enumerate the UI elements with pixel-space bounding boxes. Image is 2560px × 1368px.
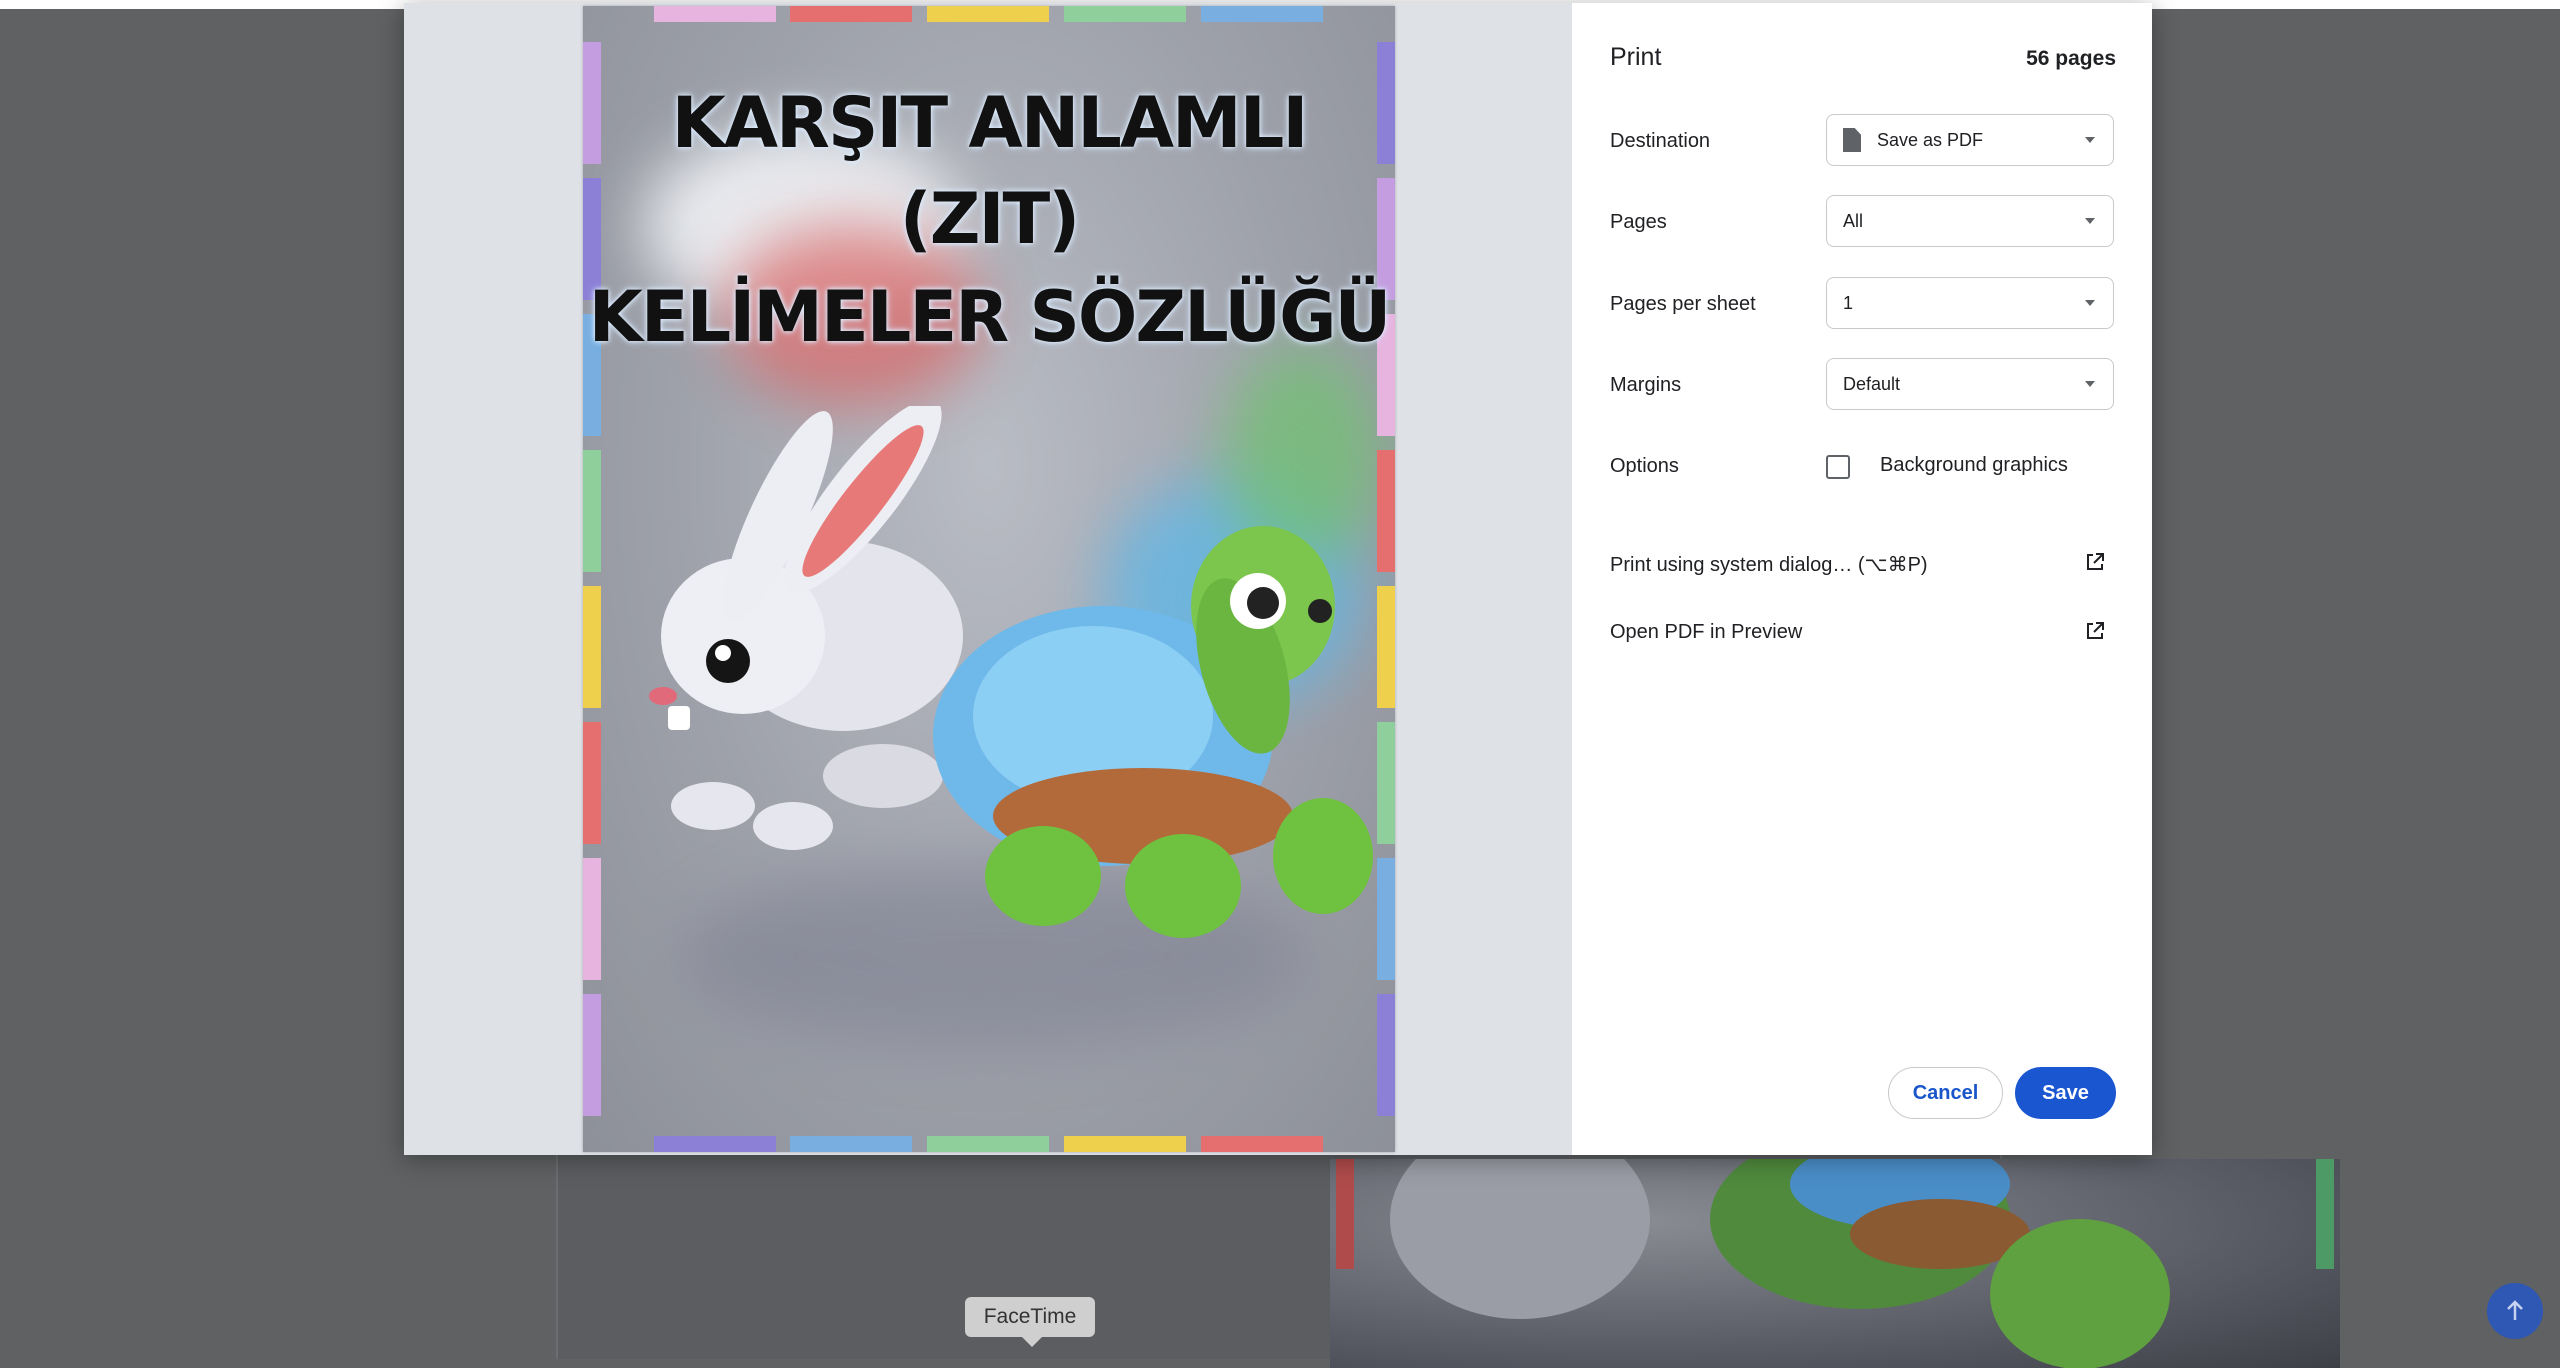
pages-per-sheet-value: 1 <box>1843 292 1854 313</box>
margins-value: Default <box>1843 373 1901 394</box>
background-graphics-checkbox[interactable] <box>1826 455 1850 479</box>
page-count: 56 pages <box>2026 47 2116 70</box>
pages-select[interactable]: All <box>1826 195 2114 247</box>
print-settings-panel: Print 56 pages Destination Save as PDF P… <box>1572 3 2152 1155</box>
system-dialog-link[interactable]: Print using system dialog… (⌥⌘P) <box>1610 552 1928 577</box>
chevron-down-icon <box>2085 218 2095 224</box>
margins-select[interactable]: Default <box>1826 358 2114 410</box>
save-button[interactable]: Save <box>2015 1067 2116 1119</box>
pages-per-sheet-select[interactable]: 1 <box>1826 277 2114 329</box>
pages-per-sheet-label: Pages per sheet <box>1610 293 1756 315</box>
cover-title-line-1: KARŞIT ANLAMLI <box>671 82 1309 164</box>
dialog-title: Print <box>1610 43 1662 71</box>
background-graphics-label[interactable]: Background graphics <box>1880 454 2068 477</box>
print-dialog: KARŞIT ANLAMLI (ZIT) KELİMELER SÖZLÜĞÜ P… <box>404 3 2152 1155</box>
chevron-down-icon <box>2085 137 2095 143</box>
pages-value: All <box>1843 210 1864 231</box>
destination-label: Destination <box>1610 130 1711 152</box>
destination-value: Save as PDF <box>1877 129 1984 150</box>
dock-tooltip: FaceTime <box>965 1297 1095 1347</box>
cover-title-line-3: KELİMELER SÖZLÜĞÜ <box>588 276 1392 358</box>
open-external-icon[interactable] <box>2086 553 2104 571</box>
preview-page: KARŞIT ANLAMLI (ZIT) KELİMELER SÖZLÜĞÜ <box>583 6 1395 1152</box>
rabbit-illustration <box>649 406 963 850</box>
background-cover-image <box>1330 1159 2340 1368</box>
margins-label: Margins <box>1610 374 1682 396</box>
arrow-up-icon <box>2507 1300 2523 1320</box>
cancel-button[interactable]: Cancel <box>1888 1067 2003 1119</box>
scroll-to-top-button[interactable] <box>2487 1283 2543 1339</box>
chevron-down-icon <box>2085 381 2095 387</box>
destination-select[interactable]: Save as PDF <box>1826 114 2114 166</box>
pages-label: Pages <box>1610 211 1667 233</box>
open-pdf-preview-link[interactable]: Open PDF in Preview <box>1610 621 1802 644</box>
open-external-icon[interactable] <box>2086 622 2104 640</box>
chevron-down-icon <box>2085 300 2095 306</box>
document-icon <box>1843 128 1861 152</box>
print-preview-area: KARŞIT ANLAMLI (ZIT) KELİMELER SÖZLÜĞÜ <box>404 3 1572 1155</box>
options-label: Options <box>1610 455 1679 477</box>
cover-illustration <box>649 406 1373 938</box>
cover-title-line-2: (ZIT) <box>899 178 1081 260</box>
turtle-illustration <box>933 526 1373 938</box>
